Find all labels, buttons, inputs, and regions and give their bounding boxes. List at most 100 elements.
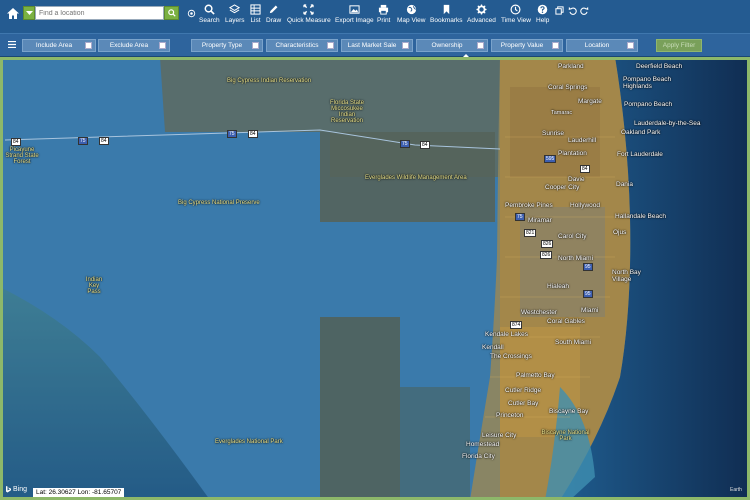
map-label-city: Pompano Beach <box>624 101 673 108</box>
tool-export-image[interactable]: Export Image <box>335 4 374 30</box>
filter-label: Property Value <box>500 42 544 49</box>
map-label-city: Kendall <box>482 344 504 351</box>
map-label-city: Westchester <box>521 309 558 316</box>
filter-label: Include Area <box>35 42 73 49</box>
filter-checkbox[interactable] <box>627 42 634 49</box>
highway-shield: 84 <box>11 138 21 146</box>
location-type-dropdown[interactable] <box>23 6 35 20</box>
filter-include-area[interactable]: Include Area <box>22 39 96 52</box>
apply-filter-button[interactable]: Apply Filter <box>656 39 702 52</box>
map-label-park: Picayune Strand State Forest <box>5 147 39 165</box>
highway-shield: 826 <box>540 251 553 259</box>
tool-label: Bookmarks <box>430 17 463 24</box>
map-label-city: Dania <box>616 181 633 188</box>
highway-shield: 874 <box>510 321 523 329</box>
map-label-city: Hialeah <box>547 283 570 290</box>
map-label-city: Lauderdale-by-the-Sea <box>634 120 701 127</box>
map-label-city: Carol City <box>558 233 587 240</box>
hamburger-menu-icon[interactable] <box>8 41 16 48</box>
map-provider-label: Bing <box>13 486 28 493</box>
filter-label: Location <box>584 42 610 49</box>
tool-time-view[interactable]: Time View <box>501 4 531 30</box>
map-label-city: Coral Gables <box>547 318 585 325</box>
tool-layers[interactable]: Layers <box>225 4 245 30</box>
interstate-shield: 75 <box>227 130 237 138</box>
locate-icon[interactable] <box>187 9 196 18</box>
map-label-city: The Crossings <box>490 353 532 360</box>
filter-checkbox[interactable] <box>252 42 259 49</box>
map-label-city: Hollywood <box>570 202 600 209</box>
globe-icon <box>406 4 416 15</box>
tool-quick-measure[interactable]: Quick Measure <box>287 4 331 30</box>
filter-checkbox[interactable] <box>402 42 409 49</box>
filter-checkbox[interactable] <box>477 42 484 49</box>
filter-label: Last Market Sale <box>347 42 397 49</box>
filter-label: Exclude Area <box>109 42 149 49</box>
map-label-city: North Bay Village <box>612 269 641 283</box>
redo-icon[interactable] <box>580 6 589 15</box>
highway-shield: 826 <box>541 240 554 248</box>
map-label-city: Kendale Lakes <box>485 331 529 338</box>
tool-map-view[interactable]: Map View <box>397 4 425 30</box>
map-label-city: South Miami <box>555 339 592 346</box>
location-search-input[interactable] <box>35 6 164 20</box>
window-toggle-icon[interactable] <box>555 6 564 15</box>
bing-logo: Bing <box>6 486 27 493</box>
tool-list[interactable]: List <box>250 4 261 30</box>
main-toolbar: Search Layers List Draw Quick Measure Ex… <box>0 0 750 33</box>
interstate-shield: 75 <box>400 140 410 148</box>
map-label-park: Everglades National Park <box>215 439 283 445</box>
home-button[interactable] <box>6 7 22 23</box>
highway-shield: 84 <box>420 141 430 149</box>
tool-search[interactable]: Search <box>199 4 220 30</box>
image-icon <box>349 5 360 14</box>
map-label-city: Margate <box>578 98 602 105</box>
tool-advanced[interactable]: Advanced <box>467 4 496 30</box>
filter-label: Characteristics <box>275 42 319 49</box>
filter-exclude-area[interactable]: Exclude Area <box>98 39 170 52</box>
filter-checkbox[interactable] <box>327 42 334 49</box>
tool-help[interactable]: Help <box>536 4 549 30</box>
filter-checkbox[interactable] <box>85 42 92 49</box>
filter-last-market-sale[interactable]: Last Market Sale <box>341 39 413 52</box>
filter-characteristics[interactable]: Characteristics <box>266 39 338 52</box>
map-label-park: Indian Key Pass <box>85 277 103 295</box>
map-label-park: Everglades Wildlife Management Area <box>365 175 467 181</box>
map-label-city: Princeton <box>496 412 524 419</box>
filter-label: Ownership <box>431 42 463 49</box>
tool-print[interactable]: Print <box>377 4 390 30</box>
map-label-city: Pompano Beach Highlands <box>623 76 672 90</box>
map-label-park: Big Cypress Indian Reservation <box>227 78 312 84</box>
gear-icon <box>476 4 487 15</box>
map-canvas[interactable]: Big Cypress Indian Reservation Florida S… <box>0 57 750 500</box>
map-label-city: Palmetto Bay <box>516 372 555 379</box>
map-label-city: Miami <box>581 307 599 314</box>
map-label-city: Tamarac <box>551 110 573 116</box>
map-label-city: Leisure City <box>482 432 517 439</box>
filter-bar: Include Area Exclude Area Property Type … <box>0 33 750 57</box>
tool-label: Export Image <box>335 17 374 24</box>
highway-shield: 84 <box>580 165 590 173</box>
filter-label: Property Type <box>201 42 243 49</box>
map-label-city: Homestead <box>466 441 500 448</box>
interstate-shield: 75 <box>515 213 525 221</box>
chevron-down-icon <box>26 11 33 15</box>
map-label-park: Biscayne National Park <box>541 430 590 442</box>
filter-property-type[interactable]: Property Type <box>191 39 263 52</box>
filter-property-value[interactable]: Property Value <box>491 39 563 52</box>
tool-draw[interactable]: Draw <box>266 4 281 30</box>
tool-bookmarks[interactable]: Bookmarks <box>430 4 463 30</box>
filter-ownership[interactable]: Ownership <box>416 39 488 52</box>
filter-checkbox[interactable] <box>159 42 166 49</box>
highway-shield: 84 <box>248 130 258 138</box>
undo-icon[interactable] <box>568 6 577 15</box>
search-submit-button[interactable] <box>164 6 179 20</box>
map-attribution: Earth <box>730 487 742 493</box>
map-label-city: Deerfield Beach <box>636 63 683 70</box>
map-label-city: Davie <box>568 176 585 183</box>
filter-checkbox[interactable] <box>552 42 559 49</box>
map-label-park: Florida State Miccosukee Indian Reservat… <box>329 100 365 124</box>
filter-location[interactable]: Location <box>566 39 638 52</box>
map-label-city: Fort Lauderdale <box>617 151 663 158</box>
tool-label: Map View <box>397 17 426 24</box>
